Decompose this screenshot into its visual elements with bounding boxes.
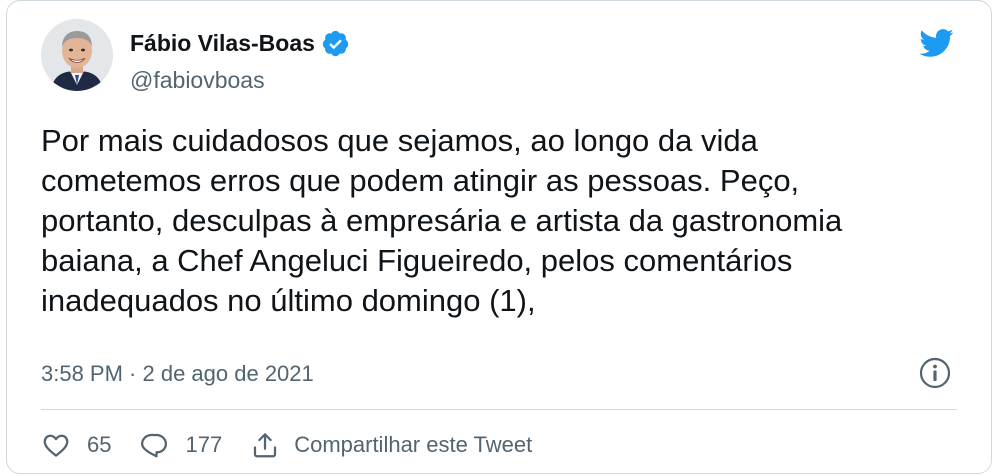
verified-badge-icon <box>321 29 350 58</box>
like-count: 65 <box>87 432 112 457</box>
author-name-row: Fábio Vilas-Boas <box>130 27 350 59</box>
reply-count: 177 <box>185 432 223 457</box>
divider <box>41 409 957 410</box>
action-bar: 65 177 Compartilhar este Tweet <box>41 419 560 471</box>
like-button[interactable]: 65 <box>41 430 111 460</box>
tweet-text: Por mais cuidadosos que sejamos, ao long… <box>41 123 843 318</box>
share-button[interactable]: Compartilhar este Tweet <box>250 430 532 460</box>
tweet-timestamp[interactable]: 3:58 PM · 2 de ago de 2021 <box>41 361 314 387</box>
share-label: Compartilhar este Tweet <box>294 432 533 457</box>
heart-icon <box>43 434 69 457</box>
reply-button[interactable]: 177 <box>139 430 222 460</box>
tweet-card: Fábio Vilas-Boas @fabiovboas Por mais cu… <box>6 0 992 474</box>
avatar[interactable] <box>41 19 113 91</box>
author-handle[interactable]: @fabiovboas <box>130 67 265 94</box>
twitter-bird-icon[interactable] <box>915 25 957 61</box>
share-icon <box>254 433 277 458</box>
reply-bubble-icon <box>141 433 168 458</box>
avatar-photo <box>41 19 113 91</box>
author-display-name[interactable]: Fábio Vilas-Boas <box>130 30 315 57</box>
info-icon[interactable] <box>919 357 951 389</box>
